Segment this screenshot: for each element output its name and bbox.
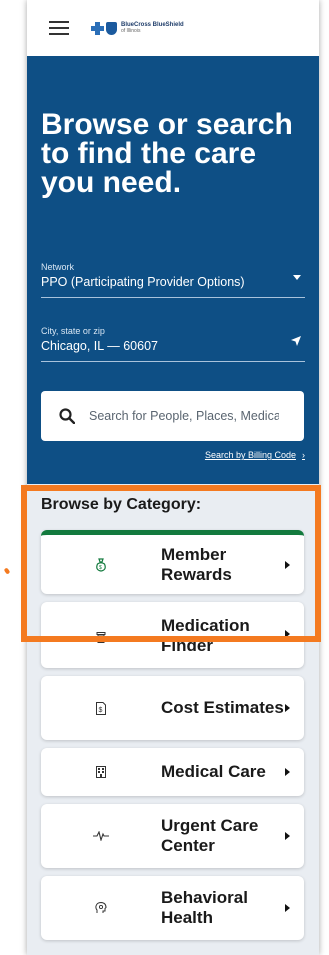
top-bar: BlueCross BlueShield of Illinois bbox=[27, 0, 319, 56]
svg-text:$: $ bbox=[99, 565, 102, 571]
category-card-member-rewards[interactable]: $ Member Rewards bbox=[41, 530, 304, 594]
annotation-mark bbox=[3, 567, 11, 575]
chevron-right-icon bbox=[285, 630, 290, 638]
category-card-medication-finder[interactable]: Medication Finder bbox=[41, 602, 304, 668]
location-arrow-icon[interactable] bbox=[291, 336, 301, 349]
search-hero: Browse or search to find the care you ne… bbox=[27, 56, 319, 484]
pill-bottle-icon bbox=[41, 616, 161, 643]
category-label: Behavioral Health bbox=[161, 888, 248, 927]
chevron-right-icon bbox=[285, 560, 290, 569]
chevron-right-icon bbox=[285, 768, 290, 776]
location-field[interactable]: City, state or zip Chicago, IL — 60607 bbox=[41, 326, 305, 362]
category-label: Medication Finder bbox=[161, 616, 250, 655]
medical-building-icon bbox=[41, 766, 161, 778]
menu-icon[interactable] bbox=[49, 21, 69, 35]
category-card-urgent-care[interactable]: Urgent Care Center bbox=[41, 804, 304, 868]
search-box[interactable] bbox=[41, 391, 304, 441]
category-label: Member Rewards bbox=[161, 544, 232, 584]
browse-heading: Browse by Category: bbox=[41, 496, 202, 513]
cross-shield-icon bbox=[91, 21, 117, 35]
dropdown-caret-icon[interactable] bbox=[293, 272, 301, 283]
category-card-medical-care[interactable]: Medical Care bbox=[41, 748, 304, 796]
category-label: Medical Care bbox=[161, 762, 266, 781]
search-icon bbox=[59, 408, 75, 424]
heartbeat-icon bbox=[41, 831, 161, 841]
network-label: Network bbox=[41, 262, 75, 272]
network-select[interactable]: Network PPO (Participating Provider Opti… bbox=[41, 262, 305, 298]
category-card-behavioral-health[interactable]: Behavioral Health bbox=[41, 876, 304, 940]
category-label: Cost Estimates bbox=[161, 698, 284, 717]
billing-code-link[interactable]: Search by Billing Code › bbox=[205, 450, 305, 460]
dollar-document-icon: $ bbox=[41, 701, 161, 715]
category-label: Urgent Care Center bbox=[161, 816, 259, 855]
category-card-cost-estimates[interactable]: $ Cost Estimates bbox=[41, 676, 304, 740]
network-value: PPO (Participating Provider Options) bbox=[41, 275, 245, 289]
chevron-right-icon bbox=[285, 704, 290, 712]
bcbs-logo[interactable]: BlueCross BlueShield of Illinois bbox=[91, 21, 184, 35]
app-screen: BlueCross BlueShield of Illinois Browse … bbox=[27, 0, 319, 955]
logo-line-2: of Illinois bbox=[121, 28, 141, 34]
chevron-right-icon: › bbox=[302, 450, 305, 460]
svg-text:$: $ bbox=[99, 707, 103, 714]
location-label: City, state or zip bbox=[41, 326, 105, 336]
billing-code-link-text: Search by Billing Code bbox=[204, 450, 296, 460]
page: BlueCross BlueShield of Illinois Browse … bbox=[0, 0, 329, 955]
money-bag-icon: $ bbox=[41, 557, 161, 572]
head-profile-icon bbox=[41, 902, 161, 914]
chevron-right-icon bbox=[285, 832, 290, 840]
search-input[interactable] bbox=[89, 409, 279, 423]
logo-text: BlueCross BlueShield of Illinois bbox=[121, 22, 184, 34]
location-value: Chicago, IL — 60607 bbox=[41, 339, 158, 353]
page-title: Browse or search to find the care you ne… bbox=[41, 108, 293, 199]
chevron-right-icon bbox=[285, 904, 290, 912]
